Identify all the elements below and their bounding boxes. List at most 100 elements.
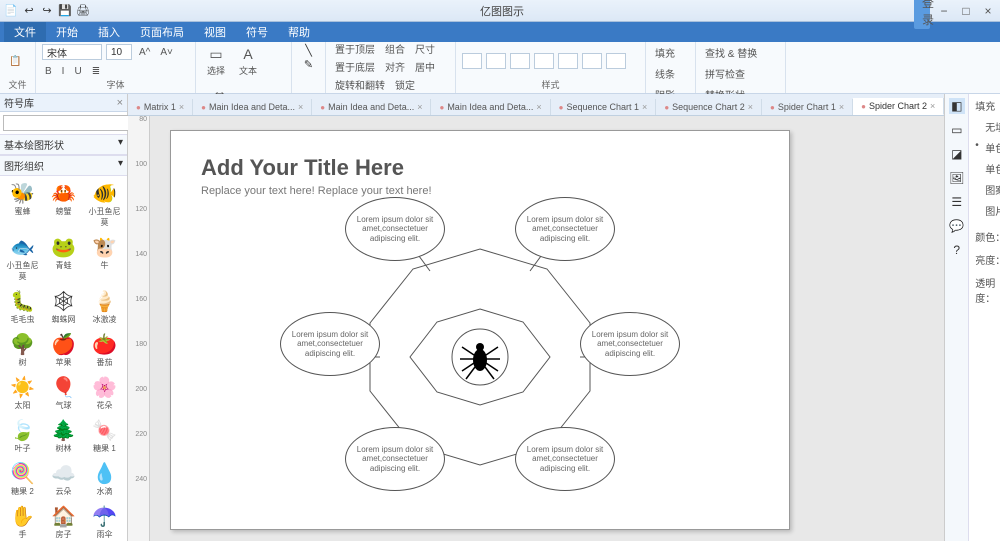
shape-line-icon[interactable]: ╲ [305, 44, 312, 57]
spider-node[interactable]: Lorem ipsum dolor sit amet,consectetuer … [515, 427, 615, 491]
font-grow-button[interactable]: A^ [136, 46, 153, 59]
document-tab[interactable]: ●Spider Chart 1× [762, 99, 853, 115]
line-tab-icon[interactable]: ▭ [949, 122, 965, 138]
shape-item[interactable]: 🐸青蛙 [45, 234, 83, 282]
maximize-button[interactable]: □ [958, 4, 974, 18]
tab-close-icon[interactable]: × [839, 102, 844, 112]
arrange-rotate[interactable]: 旋转和翻转 [332, 80, 388, 94]
shape-item[interactable]: 🕸蜘蛛网 [45, 288, 83, 325]
bold-button[interactable]: B [42, 65, 55, 78]
shape-item[interactable]: 🐠小丑鱼尼莫 [86, 180, 124, 228]
font-family-select[interactable]: 宋体 [42, 44, 102, 60]
italic-button[interactable]: I [59, 65, 68, 78]
shape-item[interactable]: 🎈气球 [45, 374, 83, 411]
menu-view[interactable]: 视图 [194, 22, 236, 42]
shape-item[interactable]: 🍬糖果 1 [86, 417, 124, 454]
tab-close-icon[interactable]: × [642, 102, 647, 112]
shape-item[interactable]: 🐛毛毛虫 [4, 288, 42, 325]
category-basic-shapes[interactable]: 基本绘图形状▾ [0, 134, 127, 155]
style-thumb[interactable] [462, 53, 482, 69]
arrange-top[interactable]: 置于顶层 [332, 44, 378, 58]
help-tab-icon[interactable]: ? [949, 242, 965, 258]
tab-close-icon[interactable]: × [179, 102, 184, 112]
spider-node[interactable]: Lorem ipsum dolor sit amet,consectetuer … [345, 197, 445, 261]
spider-chart[interactable]: Lorem ipsum dolor sit amet,consectetuer … [290, 207, 670, 517]
font-size-select[interactable]: 10 [106, 44, 132, 60]
page-viewport[interactable]: Add Your Title Here Replace your text he… [150, 116, 944, 541]
tab-close-icon[interactable]: × [748, 102, 753, 112]
spellcheck-button[interactable]: 拼写检查 [702, 65, 748, 82]
align-button[interactable]: ≣ [89, 65, 103, 78]
menu-insert[interactable]: 插入 [88, 22, 130, 42]
arrange-align[interactable]: 对齐 [382, 62, 408, 76]
style-thumb[interactable] [582, 53, 602, 69]
shape-item[interactable]: ☂️雨伞 [86, 503, 124, 540]
style-thumb[interactable] [486, 53, 506, 69]
minimize-button[interactable]: − [936, 4, 952, 18]
shadow-tab-icon[interactable]: ◪ [949, 146, 965, 162]
shape-item[interactable]: 🍎苹果 [45, 331, 83, 368]
page-title[interactable]: Add Your Title Here [201, 155, 759, 181]
qat-redo-icon[interactable]: ↪ [40, 4, 54, 18]
shape-item[interactable]: 🍭糖果 2 [4, 460, 42, 497]
file-menu[interactable]: 文件 [4, 22, 46, 42]
font-shrink-button[interactable]: A˅ [157, 46, 176, 59]
find-replace-button[interactable]: 查找 & 替换 [702, 44, 760, 61]
menu-pagelayout[interactable]: 页面布局 [130, 22, 194, 42]
fill-pattern-option[interactable]: 图案填充 [975, 179, 1000, 200]
style-thumb[interactable] [558, 53, 578, 69]
shape-item[interactable]: ✋手 [4, 503, 42, 540]
fill-dropdown[interactable]: 填充 [652, 44, 678, 61]
layers-tab-icon[interactable]: ☰ [949, 194, 965, 210]
shape-item[interactable]: 🌸花朵 [86, 374, 124, 411]
shape-item[interactable]: 💧水滴 [86, 460, 124, 497]
shape-item[interactable]: 🐟小丑鱼尼莫 [4, 234, 42, 282]
menu-symbol[interactable]: 符号 [236, 22, 278, 42]
arrange-group[interactable]: 组合 [382, 44, 408, 58]
shape-item[interactable]: ☀️太阳 [4, 374, 42, 411]
fill-solid-option[interactable]: 单色填充 [975, 137, 1000, 158]
page[interactable]: Add Your Title Here Replace your text he… [170, 130, 790, 530]
picture-tab-icon[interactable]: 🖼 [949, 170, 965, 186]
document-tab[interactable]: ●Spider Chart 2× [853, 98, 944, 115]
document-tab[interactable]: ●Main Idea and Deta...× [431, 99, 550, 115]
document-tab[interactable]: ●Sequence Chart 1× [551, 99, 657, 115]
spider-node[interactable]: Lorem ipsum dolor sit amet,consectetuer … [280, 312, 380, 376]
spider-node[interactable]: Lorem ipsum dolor sit amet,consectetuer … [515, 197, 615, 261]
style-thumb[interactable] [510, 53, 530, 69]
shape-pen-icon[interactable]: ✎ [304, 58, 313, 71]
shape-item[interactable]: 🌲树林 [45, 417, 83, 454]
document-tab[interactable]: ●Main Idea and Deta...× [193, 99, 312, 115]
style-thumb[interactable] [606, 53, 626, 69]
document-tab[interactable]: ●Sequence Chart 2× [656, 99, 762, 115]
category-graphic-org[interactable]: 图形组织▾ [0, 155, 127, 176]
shape-item[interactable]: 🐝蜜蜂 [4, 180, 42, 228]
shape-search-input[interactable] [3, 115, 143, 131]
arrange-lock[interactable]: 锁定 [392, 80, 418, 94]
tab-close-icon[interactable]: × [417, 102, 422, 112]
arrange-size[interactable]: 尺寸 [412, 44, 438, 58]
qat-undo-icon[interactable]: ↩ [22, 4, 36, 18]
fill-picture-option[interactable]: 图片或纹理填充 [975, 200, 1000, 221]
comment-tab-icon[interactable]: 💬 [949, 218, 965, 234]
text-tool[interactable]: A文本 [234, 44, 262, 77]
page-subtitle[interactable]: Replace your text here! Replace your tex… [201, 185, 759, 197]
shape-item[interactable]: 🦀螃蟹 [45, 180, 83, 228]
fill-gradient-option[interactable]: 单色渐变填充 [975, 158, 1000, 179]
tab-close-icon[interactable]: × [930, 101, 935, 111]
menu-start[interactable]: 开始 [46, 22, 88, 42]
shape-item[interactable]: 🍃叶子 [4, 417, 42, 454]
select-tool[interactable]: ▭选择 [202, 44, 230, 77]
panel-close-icon[interactable]: × [117, 97, 123, 109]
arrange-center[interactable]: 居中 [412, 62, 438, 76]
arrange-bottom[interactable]: 置于底层 [332, 62, 378, 76]
shape-item[interactable]: ☁️云朵 [45, 460, 83, 497]
login-button[interactable]: 登录 [914, 0, 930, 29]
menu-help[interactable]: 帮助 [278, 22, 320, 42]
close-button[interactable]: × [980, 4, 996, 18]
tab-close-icon[interactable]: × [298, 102, 303, 112]
shape-item[interactable]: 🐮牛 [86, 234, 124, 282]
document-tab[interactable]: ●Main Idea and Deta...× [312, 99, 431, 115]
qat-new-icon[interactable]: 📄 [4, 4, 18, 18]
spider-node[interactable]: Lorem ipsum dolor sit amet,consectetuer … [345, 427, 445, 491]
